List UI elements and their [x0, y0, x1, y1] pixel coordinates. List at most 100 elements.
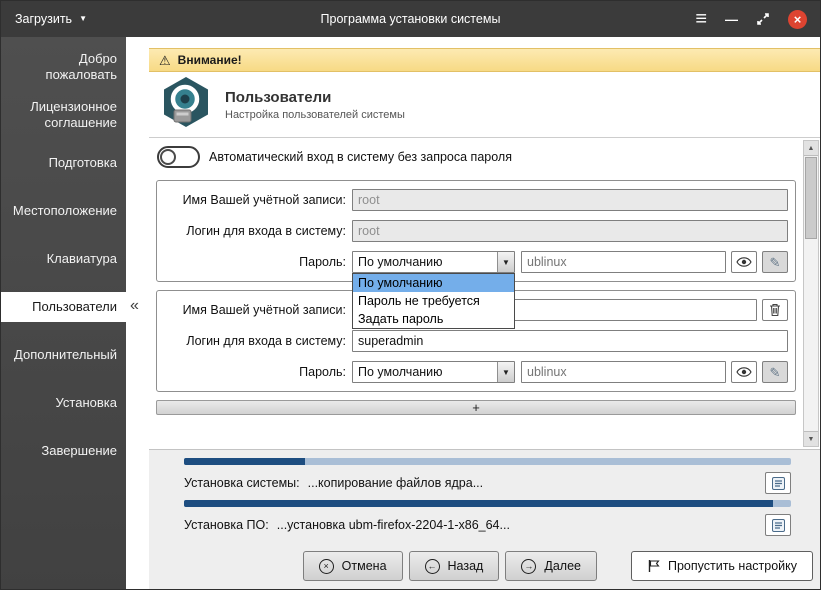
flag-icon: [647, 559, 660, 573]
next-button[interactable]: → Далее: [505, 551, 597, 581]
skip-setup-button[interactable]: Пропустить настройку: [631, 551, 813, 581]
edit-password-button[interactable]: ✎: [762, 251, 788, 273]
account-password-row: Пароль: По умолчанию ▼ По умолчанию Паро…: [164, 251, 788, 273]
sidebar-item-welcome[interactable]: Добро пожаловать: [1, 43, 126, 91]
warning-icon: ⚠: [159, 54, 171, 67]
account-name-input[interactable]: [352, 189, 788, 211]
software-install-row: Установка ПО: ...установка ubm-firefox-2…: [184, 513, 791, 537]
sidebar-item-installation[interactable]: Установка: [1, 379, 126, 427]
sidebar-item-label: Завершение: [41, 443, 117, 459]
autologin-row: Автоматический вход в систему без запрос…: [157, 146, 796, 168]
chevron-down-icon[interactable]: ▼: [497, 252, 514, 272]
account-password-label: Пароль:: [164, 365, 352, 379]
show-password-button[interactable]: [731, 361, 757, 383]
progress-label: Установка системы:: [184, 476, 300, 490]
warning-text: Внимание!: [178, 53, 242, 67]
app-logo: [160, 76, 212, 133]
delete-account-button[interactable]: [762, 299, 788, 321]
sidebar-item-label: Пользователи: [32, 299, 117, 315]
sidebar-item-finish[interactable]: Завершение: [1, 427, 126, 475]
add-account-button[interactable]: +: [156, 400, 796, 415]
vertical-scrollbar[interactable]: ▲ ▼: [803, 140, 819, 447]
toggle-knob: [160, 149, 176, 165]
sidebar: Добро пожаловать Лицензионное соглашение…: [1, 37, 126, 590]
minimize-icon[interactable]: —: [725, 12, 738, 27]
eye-icon: [736, 257, 752, 267]
chevron-down-icon[interactable]: ▼: [497, 362, 514, 382]
autologin-toggle[interactable]: [157, 146, 200, 168]
edit-password-button[interactable]: ✎: [762, 361, 788, 383]
password-input[interactable]: [521, 251, 726, 273]
sidebar-item-label: Дополнительный: [14, 347, 117, 363]
system-install-row: Установка системы: ...копирование файлов…: [184, 471, 791, 495]
account-group-root: Имя Вашей учётной записи: Логин для вход…: [156, 180, 796, 282]
account-login-row: Логин для входа в систему:: [164, 220, 788, 242]
progress-status: ...установка ubm-firefox-2204-1-x86_64..…: [277, 518, 510, 532]
sidebar-collapse-strip: «: [126, 37, 149, 590]
progress-label: Установка ПО:: [184, 518, 269, 532]
cancel-icon: ×: [319, 559, 334, 574]
password-mode-select[interactable]: По умолчанию ▼: [352, 361, 515, 383]
account-login-input[interactable]: [352, 330, 788, 352]
sidebar-item-label: Местоположение: [13, 203, 117, 219]
account-password-row: Пароль: По умолчанию ▼ ✎: [164, 361, 788, 383]
account-login-label: Логин для входа в систему:: [164, 334, 352, 348]
progress-fill: [184, 458, 305, 465]
menu-item-set-password[interactable]: Задать пароль: [353, 310, 514, 328]
password-mode-select[interactable]: По умолчанию ▼ По умолчанию Пароль не тр…: [352, 251, 515, 273]
pencil-icon: ✎: [770, 366, 781, 379]
close-x-glyph: ×: [794, 12, 802, 27]
sidebar-item-preparation[interactable]: Подготовка: [1, 139, 126, 187]
main-content: ⚠ Внимание! Пользователи Настройка польз…: [149, 37, 821, 590]
cancel-button[interactable]: × Отмена: [303, 551, 403, 581]
software-install-progressbar: [184, 500, 791, 507]
next-arrow-icon: →: [521, 559, 536, 574]
password-mode-value: По умолчанию: [353, 365, 497, 379]
sidebar-item-label: Клавиатура: [47, 251, 117, 267]
back-arrow-icon: ←: [425, 559, 440, 574]
progress-fill: [184, 500, 773, 507]
installer-window: Загрузить ▼ Программа установки системы …: [0, 0, 821, 590]
sidebar-item-label: Добро пожаловать: [10, 51, 117, 84]
password-input[interactable]: [521, 361, 726, 383]
load-menu-button[interactable]: Загрузить ▼: [1, 1, 101, 37]
sidebar-item-users[interactable]: Пользователи: [1, 292, 126, 322]
software-log-button[interactable]: [765, 514, 791, 536]
collapse-sidebar-icon[interactable]: «: [130, 297, 139, 315]
back-arrow-glyph: ←: [428, 562, 437, 571]
sidebar-item-license[interactable]: Лицензионное соглашение: [1, 91, 126, 139]
eye-icon: [736, 367, 752, 377]
next-arrow-glyph: →: [524, 562, 533, 571]
account-login-input[interactable]: [352, 220, 788, 242]
account-login-row: Логин для входа в систему:: [164, 330, 788, 352]
scrollbar-thumb[interactable]: [805, 157, 817, 239]
back-button[interactable]: ← Назад: [409, 551, 500, 581]
password-mode-menu: По умолчанию Пароль не требуется Задать …: [352, 273, 515, 329]
system-log-button[interactable]: [765, 472, 791, 494]
cancel-x-glyph: ×: [324, 562, 329, 571]
scroll-down-icon[interactable]: ▼: [804, 431, 818, 446]
sidebar-item-additional[interactable]: Дополнительный: [1, 331, 126, 379]
scroll-up-icon[interactable]: ▲: [804, 141, 818, 156]
back-label: Назад: [448, 559, 484, 573]
sidebar-item-keyboard[interactable]: Клавиатура: [1, 235, 126, 283]
show-password-button[interactable]: [731, 251, 757, 273]
footer-buttons: × Отмена ← Назад → Далее Пропустить наст…: [184, 551, 813, 581]
warning-banner: ⚠ Внимание!: [149, 48, 821, 72]
account-password-label: Пароль:: [164, 255, 352, 269]
autologin-label: Автоматический вход в систему без запрос…: [209, 150, 512, 164]
log-icon: [771, 518, 786, 533]
next-label: Далее: [544, 559, 581, 573]
account-name-row: Имя Вашей учётной записи:: [164, 189, 788, 211]
menu-item-no-password[interactable]: Пароль не требуется: [353, 292, 514, 310]
maximize-icon[interactable]: [756, 12, 770, 26]
sidebar-item-location[interactable]: Местоположение: [1, 187, 126, 235]
pencil-icon: ✎: [770, 256, 781, 269]
menu-icon[interactable]: ≡: [695, 9, 707, 29]
page-header: Пользователи Настройка пользователей сис…: [149, 72, 821, 138]
close-icon[interactable]: ×: [788, 10, 807, 29]
system-install-progressbar: [184, 458, 791, 465]
menu-item-default[interactable]: По умолчанию: [353, 274, 514, 292]
progress-status: ...копирование файлов ядра...: [308, 476, 484, 490]
titlebar: Загрузить ▼ Программа установки системы …: [1, 1, 820, 37]
